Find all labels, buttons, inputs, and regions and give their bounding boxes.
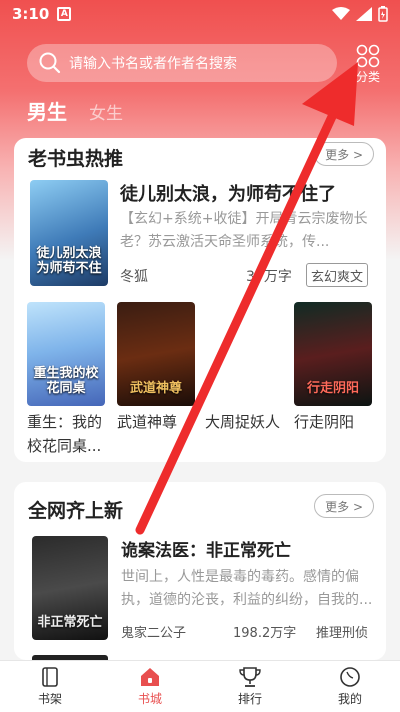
- search-placeholder: 请输入书名或者作者名搜索: [69, 56, 237, 72]
- nav-bookshelf[interactable]: 书架: [0, 661, 100, 712]
- book-description: 世间上，人性是最毒的毒药。感情的偏执，道德的沦丧，利益的纠纷，自我的...: [121, 569, 373, 608]
- nav-label: 我的: [337, 692, 362, 706]
- cover-title: 武道神尊: [129, 380, 182, 396]
- status-time: 3:10: [12, 5, 50, 23]
- more-button[interactable]: 更多 >: [314, 494, 374, 518]
- grid-icon: [356, 44, 380, 68]
- section-title: 老书虫热推: [28, 148, 124, 170]
- new-releases-section: 全网齐上新 更多 > 非正常死亡 诡案法医：非正常死亡 世间上，人性是最毒的毒药…: [14, 482, 386, 660]
- book-author: 冬狐: [120, 269, 148, 285]
- tab-female[interactable]: 女生: [89, 99, 123, 124]
- bookshelf-icon: [42, 667, 58, 687]
- notification-icon: A: [57, 7, 72, 21]
- book-title[interactable]: 大周捉妖人: [205, 410, 285, 434]
- book-cover[interactable]: 徒儿别太浪为师苟不住: [30, 180, 108, 286]
- category-button[interactable]: 分类: [348, 44, 388, 86]
- profile-icon: [340, 667, 360, 687]
- category-label: 分类: [355, 70, 380, 84]
- book-cover[interactable]: 重生我的校花同桌: [27, 302, 105, 406]
- book-word-count: 37万字: [246, 269, 292, 285]
- book-author: 鬼家二公子: [121, 626, 187, 641]
- gender-tabs: 男生 女生: [27, 96, 123, 125]
- book-title[interactable]: 武道神尊: [117, 410, 197, 434]
- more-button[interactable]: 更多 >: [314, 142, 374, 166]
- status-icons: [332, 6, 388, 22]
- store-icon: [141, 668, 159, 686]
- battery-icon: [378, 6, 388, 22]
- nav-ranking[interactable]: 排行: [200, 661, 300, 712]
- wifi-icon: [332, 7, 350, 20]
- cover-title: 徒儿别太浪为师苟不住: [36, 246, 102, 276]
- search-input[interactable]: 请输入书名或者作者名搜索: [27, 44, 337, 82]
- nav-profile[interactable]: 我的: [300, 661, 400, 712]
- nav-label: 书架: [37, 692, 62, 706]
- book-title[interactable]: 行走阴阳: [294, 410, 374, 434]
- search-icon: [39, 52, 61, 74]
- status-bar: 3:10 A: [0, 0, 400, 28]
- book-description: 【玄幻+系统+收徒】开局青云宗废物长老？苏云激活天命圣师系统，传...: [120, 211, 368, 250]
- bottom-nav: 书架 书城 排行 我的: [0, 660, 400, 712]
- book-cover[interactable]: 行走阴阳: [294, 302, 372, 406]
- book-title[interactable]: 重生：我的校花同桌...: [27, 410, 107, 458]
- cover-title: 重生我的校花同桌: [33, 366, 99, 396]
- nav-label: 排行: [237, 692, 262, 706]
- cover-title: 行走阴阳: [306, 380, 359, 396]
- book-title[interactable]: 徒儿别太浪，为师苟不住了: [120, 180, 336, 206]
- tab-male[interactable]: 男生: [27, 96, 67, 125]
- hot-picks-section: 老书虫热推 更多 > 徒儿别太浪为师苟不住 徒儿别太浪，为师苟不住了 【玄幻+系…: [14, 138, 386, 462]
- book-tag: 玄幻爽文: [306, 263, 369, 287]
- nav-label: 书城: [137, 692, 162, 706]
- section-title: 全网齐上新: [28, 500, 124, 522]
- book-word-count: 198.2万字: [233, 626, 297, 641]
- book-title[interactable]: 诡案法医：非正常死亡: [121, 536, 291, 561]
- book-tag: 推理刑侦: [316, 626, 369, 641]
- nav-store[interactable]: 书城: [100, 661, 200, 712]
- book-cover[interactable]: 非正常死亡: [32, 536, 108, 640]
- signal-icon: [356, 7, 372, 21]
- cover-title: 非正常死亡: [37, 614, 103, 630]
- book-cover[interactable]: 武道神尊: [117, 302, 195, 406]
- trophy-icon: [239, 667, 261, 687]
